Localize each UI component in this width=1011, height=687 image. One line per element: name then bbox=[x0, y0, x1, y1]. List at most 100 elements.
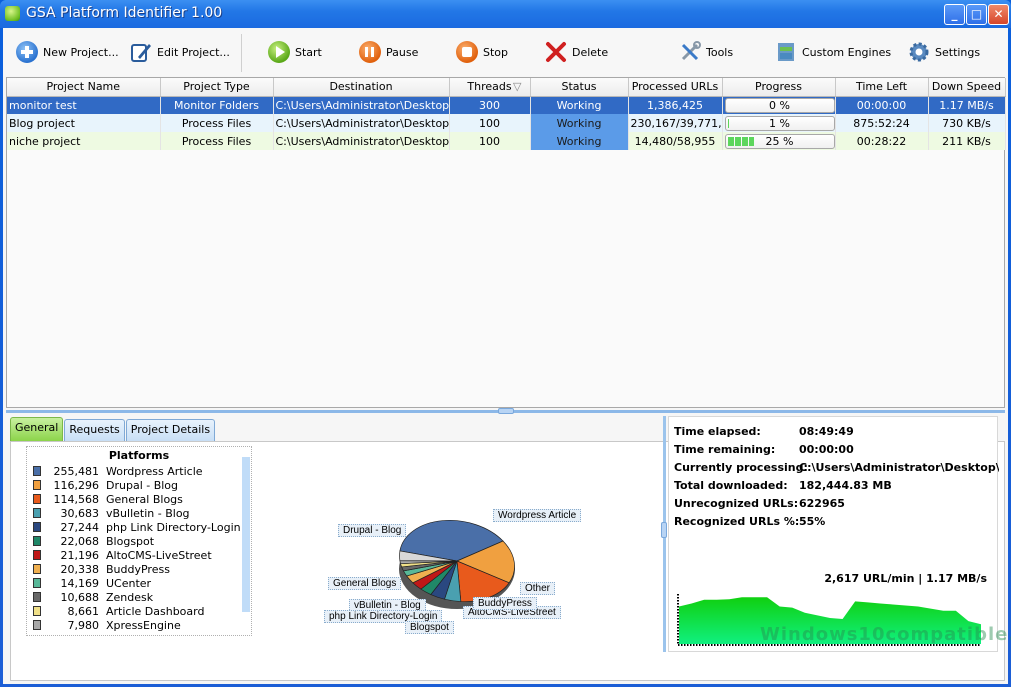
legend-count: 30,683 bbox=[60, 506, 100, 520]
maximize-button[interactable]: □ bbox=[966, 4, 987, 25]
engines-icon bbox=[775, 41, 797, 63]
table-row[interactable]: monitor test Monitor Folders C:\Users\Admi… bbox=[7, 96, 1006, 114]
progress-label: 1 % bbox=[769, 116, 790, 130]
col-destination[interactable]: Destination bbox=[273, 78, 450, 97]
legend-swatch bbox=[33, 508, 41, 518]
edit-project-button[interactable]: Edit Project... bbox=[130, 38, 230, 66]
stat-label: Time elapsed: bbox=[674, 425, 761, 438]
tools-label: Tools bbox=[706, 45, 734, 59]
col-processed-urls[interactable]: Processed URLs bbox=[628, 78, 723, 97]
stat-label: Time remaining: bbox=[674, 443, 776, 456]
legend-item: 114,568 General Blogs bbox=[27, 492, 251, 506]
project-type-cell: Process Files bbox=[160, 132, 274, 150]
play-icon bbox=[268, 41, 290, 63]
window-title: GSA Platform Identifier 1.00 bbox=[26, 5, 223, 21]
progress-fill bbox=[727, 136, 754, 146]
legend-title: Platforms bbox=[108, 449, 170, 462]
threads-cell: 300 bbox=[449, 96, 531, 114]
progress-cell: 1 % bbox=[722, 114, 836, 132]
legend-name: AltoCMS-LiveStreet bbox=[106, 548, 212, 562]
destination-cell: C:\Users\Administrator\Desktop\Thi bbox=[273, 96, 450, 114]
title-bar[interactable]: GSA Platform Identifier 1.00 _ □ ✕ bbox=[0, 0, 1011, 28]
col-status[interactable]: Status bbox=[530, 78, 629, 97]
legend-swatch bbox=[33, 494, 41, 504]
time-left-cell: 00:00:00 bbox=[835, 96, 929, 114]
legend-swatch bbox=[33, 522, 41, 532]
legend-item: 10,688 Zendesk bbox=[27, 590, 251, 604]
status-cell: Working bbox=[530, 114, 629, 132]
col-threads[interactable]: Threads ▽ bbox=[449, 78, 531, 97]
stat-value: 00:00:00 bbox=[799, 443, 854, 456]
col-threads-label: Threads bbox=[467, 80, 512, 94]
legend-scrollbar[interactable] bbox=[242, 457, 250, 612]
project-type-cell: Monitor Folders bbox=[160, 96, 274, 114]
pause-button[interactable]: Pause bbox=[359, 38, 418, 66]
tab-requests[interactable]: Requests bbox=[64, 419, 125, 441]
edit-project-label: Edit Project... bbox=[157, 45, 230, 59]
close-button[interactable]: ✕ bbox=[988, 4, 1009, 25]
minimize-button[interactable]: _ bbox=[944, 4, 965, 25]
rate-readout: 2,617 URL/min | 1.17 MB/s bbox=[824, 572, 987, 585]
start-button[interactable]: Start bbox=[268, 38, 322, 66]
delete-button[interactable]: Delete bbox=[545, 38, 608, 66]
edit-icon bbox=[130, 41, 152, 63]
progress-bar: 1 % bbox=[724, 115, 834, 131]
project-type-cell: Process Files bbox=[160, 114, 274, 132]
legend-swatch bbox=[33, 480, 41, 490]
col-progress[interactable]: Progress bbox=[722, 78, 836, 97]
settings-label: Settings bbox=[935, 45, 981, 59]
table-header: Project Name Project Type Destination Th… bbox=[7, 78, 1006, 97]
projects-table: Project Name Project Type Destination Th… bbox=[6, 77, 1006, 408]
table-row[interactable]: Blog project Process Files C:\Users\Admini… bbox=[7, 114, 1006, 132]
stat-row: Time elapsed: 08:49:49 bbox=[674, 425, 999, 441]
new-project-button[interactable]: New Project... bbox=[16, 38, 119, 66]
col-down-speed[interactable]: Down Speed bbox=[928, 78, 1006, 97]
stop-button[interactable]: Stop bbox=[456, 38, 508, 66]
legend-item: 14,169 UCenter bbox=[27, 576, 251, 590]
stat-label: Unrecognized URLs: bbox=[674, 497, 799, 510]
progress-cell: 0 % bbox=[722, 96, 836, 114]
new-project-label: New Project... bbox=[43, 45, 119, 59]
threads-cell: 100 bbox=[449, 114, 531, 132]
sort-indicator-icon: ▽ bbox=[513, 80, 522, 94]
pie-label: Wordpress Article bbox=[493, 509, 582, 522]
pie-label: Other bbox=[520, 582, 556, 595]
progress-bar: 25 % bbox=[724, 133, 834, 149]
legend-name: Zendesk bbox=[106, 590, 154, 604]
settings-button[interactable]: Settings bbox=[908, 38, 980, 66]
stat-value: 182,444.83 MB bbox=[799, 479, 892, 492]
legend-name: UCenter bbox=[106, 576, 152, 590]
pause-label: Pause bbox=[386, 45, 419, 59]
plus-icon bbox=[16, 41, 38, 63]
toolbar-separator bbox=[241, 34, 242, 72]
legend-swatch bbox=[33, 564, 41, 574]
tab-general[interactable]: General bbox=[10, 417, 64, 441]
progress-label: 25 % bbox=[765, 134, 794, 148]
splitter-grip[interactable] bbox=[498, 408, 514, 414]
legend-name: General Blogs bbox=[106, 492, 183, 506]
col-project-name[interactable]: Project Name bbox=[7, 78, 161, 97]
legend-count: 10,688 bbox=[60, 590, 100, 604]
delete-label: Delete bbox=[572, 45, 609, 59]
col-project-type[interactable]: Project Type bbox=[160, 78, 274, 97]
status-cell: Working bbox=[530, 132, 629, 150]
stat-value: 08:49:49 bbox=[799, 425, 854, 438]
legend-item: 21,196 AltoCMS-LiveStreet bbox=[27, 548, 251, 562]
vertical-splitter-grip[interactable] bbox=[661, 522, 667, 538]
legend-swatch bbox=[33, 536, 41, 546]
legend-swatch bbox=[33, 578, 41, 588]
legend-count: 255,481 bbox=[53, 464, 100, 478]
legend-item: 27,244 php Link Directory-Login bbox=[27, 520, 251, 534]
legend-name: Drupal - Blog bbox=[106, 478, 179, 492]
processed-urls-cell: 14,480/58,955 bbox=[628, 132, 723, 150]
project-name-cell: Blog project bbox=[7, 114, 161, 132]
col-time-left[interactable]: Time Left bbox=[835, 78, 929, 97]
legend-name: BuddyPress bbox=[106, 562, 170, 576]
tab-project-details[interactable]: Project Details bbox=[125, 419, 216, 441]
custom-engines-button[interactable]: Custom Engines bbox=[775, 38, 891, 66]
stop-icon bbox=[456, 41, 478, 63]
down-speed-cell: 730 KB/s bbox=[928, 114, 1006, 132]
table-row[interactable]: niche project Process Files C:\Users\Admin… bbox=[7, 132, 1006, 150]
stat-label: Total downloaded: bbox=[674, 479, 788, 492]
tools-button[interactable]: Tools bbox=[679, 38, 733, 66]
